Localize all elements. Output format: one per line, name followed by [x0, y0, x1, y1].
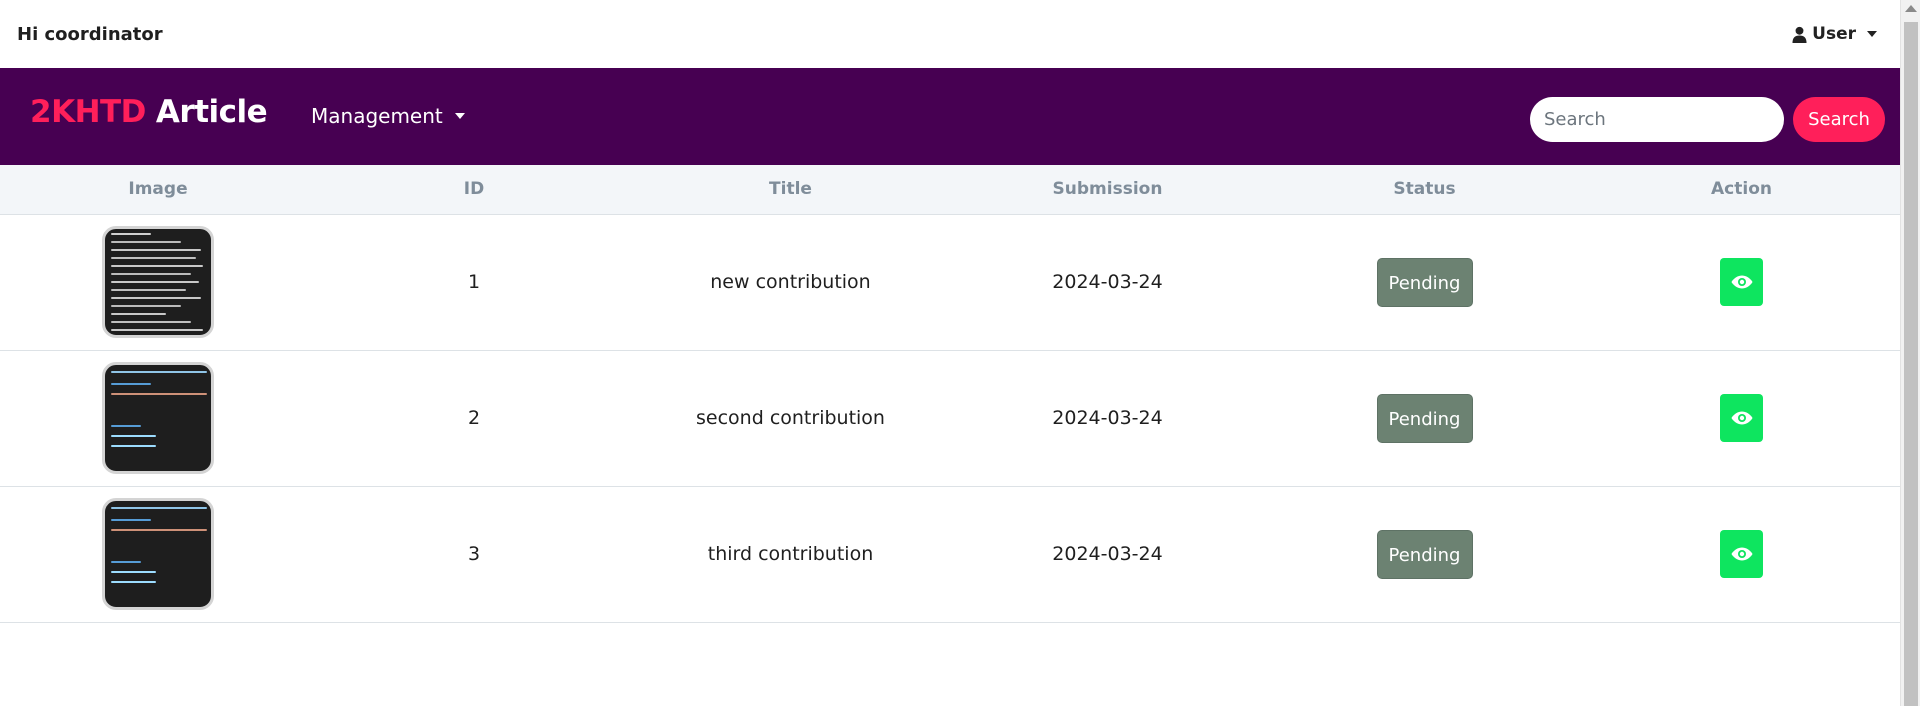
- submission-cell: 2024-03-24: [1052, 271, 1163, 293]
- image-cell: [0, 486, 316, 622]
- table-row: 1 new contribution 2024-03-24 Pending: [0, 214, 1900, 350]
- main-navbar: 2KHTD Article Management Search: [0, 68, 1900, 165]
- eye-icon: [1731, 547, 1752, 561]
- view-button[interactable]: [1720, 530, 1763, 578]
- status-badge: Pending: [1376, 393, 1473, 443]
- brand-logo[interactable]: 2KHTD Article: [30, 94, 268, 130]
- column-header-id: ID: [463, 179, 485, 200]
- chevron-down-icon: [1867, 31, 1877, 37]
- contribution-thumbnail[interactable]: [102, 362, 214, 474]
- management-label: Management: [311, 104, 443, 128]
- action-cell: [1583, 486, 1900, 622]
- submission-cell: 2024-03-24: [1052, 407, 1163, 429]
- topbar: Hi coordinator User: [0, 0, 1900, 68]
- title-cell: second contribution: [696, 407, 885, 429]
- title-cell: new contribution: [710, 271, 871, 293]
- contribution-thumbnail[interactable]: [102, 226, 214, 338]
- brand-accent: 2KHTD: [30, 94, 146, 130]
- status-badge: Pending: [1376, 529, 1473, 579]
- user-dropdown[interactable]: User: [1792, 24, 1877, 44]
- column-header-action: Action: [1711, 179, 1772, 200]
- id-cell: 3: [467, 543, 481, 565]
- user-label: User: [1812, 24, 1856, 44]
- page-content: Hi coordinator User 2KHTD Article Managem…: [0, 0, 1900, 706]
- brand-main: Article: [155, 94, 268, 130]
- status-cell: Pending: [1266, 486, 1583, 622]
- contribution-thumbnail[interactable]: [102, 498, 214, 610]
- eye-icon: [1731, 411, 1752, 425]
- submission-cell: 2024-03-24: [1052, 543, 1163, 565]
- status-badge: Pending: [1376, 257, 1473, 307]
- scrollbar-thumb[interactable]: [1904, 22, 1918, 706]
- table-header-row: Image ID Title Submission Status Action: [0, 165, 1900, 214]
- search-input[interactable]: [1530, 97, 1784, 142]
- image-cell: [0, 350, 316, 486]
- column-header-image: Image: [128, 179, 188, 200]
- table-row: 2 second contribution 2024-03-24 Pending: [0, 350, 1900, 486]
- chevron-down-icon: [454, 113, 465, 119]
- search-button[interactable]: Search: [1793, 97, 1885, 142]
- column-header-submission: Submission: [1052, 179, 1163, 200]
- vertical-scrollbar[interactable]: [1900, 0, 1920, 706]
- action-cell: [1583, 350, 1900, 486]
- table-row: 3 third contribution 2024-03-24 Pending: [0, 486, 1900, 622]
- action-cell: [1583, 214, 1900, 350]
- image-cell: [0, 214, 316, 350]
- greeting-text: Hi coordinator: [17, 23, 163, 45]
- status-cell: Pending: [1266, 214, 1583, 350]
- column-header-title: Title: [769, 179, 812, 200]
- column-header-status: Status: [1393, 179, 1456, 200]
- id-cell: 2: [467, 407, 481, 429]
- management-dropdown[interactable]: Management: [311, 104, 465, 128]
- contributions-table: Image ID Title Submission Status Action: [0, 165, 1900, 623]
- scroll-up-arrow-icon[interactable]: [1905, 5, 1917, 12]
- view-button[interactable]: [1720, 394, 1763, 442]
- id-cell: 1: [467, 271, 481, 293]
- view-button[interactable]: [1720, 258, 1763, 306]
- person-icon: [1792, 26, 1807, 43]
- title-cell: third contribution: [707, 543, 874, 565]
- eye-icon: [1731, 275, 1752, 289]
- status-cell: Pending: [1266, 350, 1583, 486]
